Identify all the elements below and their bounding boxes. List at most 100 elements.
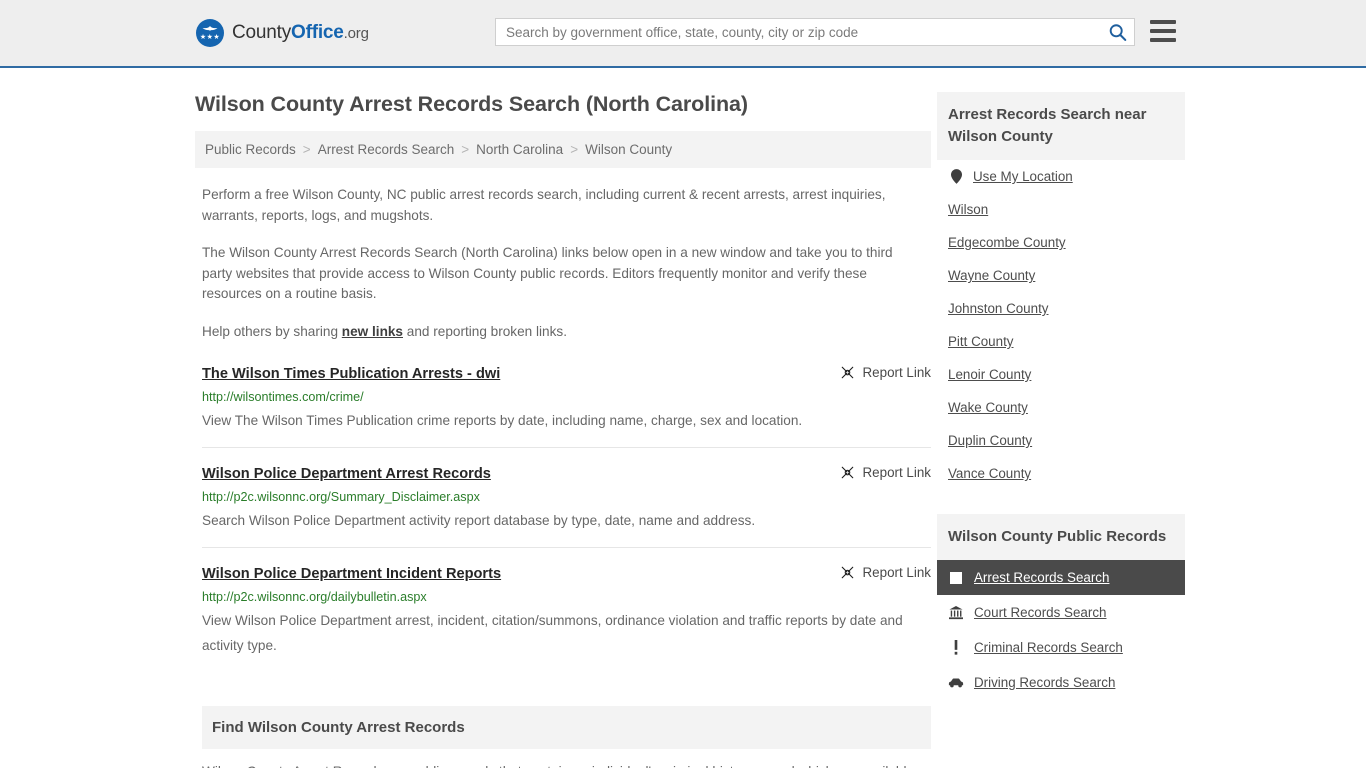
sidebar-item-label: Wilson [948, 202, 989, 217]
sidebar-item-label: Vance County [948, 466, 1032, 481]
sidebar-item-court-records-search[interactable]: Court Records Search [937, 595, 1185, 630]
logo-text: CountyOffice.org [232, 22, 369, 44]
sidebar-public-records-list: Arrest Records Search Court Records Sear… [937, 560, 1185, 700]
result-description: View Wilson Police Department arrest, in… [202, 613, 903, 653]
sidebar-item-criminal-records-search[interactable]: Criminal Records Search [937, 630, 1185, 665]
white-square-glyph [950, 571, 962, 584]
logo-text-county: County [232, 22, 292, 43]
hamburger-menu-icon[interactable] [1150, 20, 1176, 42]
result-description: View The Wilson Times Publication crime … [202, 413, 803, 428]
broken-link-icon [841, 366, 853, 379]
sidebar-item-wake-county[interactable]: Wake County [937, 391, 1185, 424]
use-my-location-button[interactable]: Use My Location [937, 160, 1185, 193]
stars-glyph: ★★★ [199, 34, 221, 41]
search-bar[interactable] [495, 18, 1135, 46]
breadcrumb-item-north-carolina[interactable]: North Carolina [476, 142, 563, 157]
result-url: http://p2c.wilsonnc.org/Summary_Disclaim… [202, 490, 480, 504]
intro-paragraph-3: Help others by sharing new links and rep… [202, 322, 920, 343]
map-pin-icon [948, 169, 964, 184]
exclamation-icon [948, 640, 964, 655]
find-records-section: Find Wilson County Arrest Records Wilson… [202, 706, 931, 768]
broken-link-icon [841, 566, 853, 579]
intro-paragraph-1: Perform a free Wilson County, NC public … [202, 187, 886, 223]
sidebar-item-label: Court Records Search [974, 605, 1107, 620]
logo-text-office: Office [291, 22, 344, 43]
main-content: Wilson County Arrest Records Search (Nor… [195, 68, 931, 768]
sidebar-item-label: Criminal Records Search [974, 640, 1123, 655]
sidebar-item-label: Duplin County [948, 433, 1033, 448]
results-list: The Wilson Times Publication Arrests - d… [202, 364, 931, 672]
sidebar-item-label: Wayne County [948, 268, 1036, 283]
report-link-label: Report Link [862, 465, 931, 480]
report-link-label: Report Link [862, 365, 931, 380]
sidebar-item-label: Pitt County [948, 334, 1014, 349]
report-link-button[interactable]: Report Link [840, 564, 931, 580]
breadcrumb-separator: > [461, 142, 470, 157]
result-item: The Wilson Times Publication Arrests - d… [202, 364, 931, 448]
result-title-link[interactable]: Wilson Police Department Arrest Records [202, 464, 491, 484]
broken-link-icon [841, 466, 853, 479]
find-records-heading: Find Wilson County Arrest Records [202, 706, 931, 749]
sidebar-item-label: Johnston County [948, 301, 1049, 316]
result-description: Search Wilson Police Department activity… [202, 513, 756, 528]
car-icon [948, 678, 964, 688]
eagle-glyph [202, 26, 218, 31]
result-item: Wilson Police Department Arrest Records … [202, 464, 931, 548]
report-link-button[interactable]: Report Link [840, 464, 931, 480]
sidebar-item-pitt-county[interactable]: Pitt County [937, 325, 1185, 358]
site-header: ★★★ CountyOffice.org [0, 0, 1366, 68]
search-input[interactable] [496, 19, 1100, 45]
sidebar-item-label: Lenoir County [948, 367, 1032, 382]
breadcrumb-item-wilson-county[interactable]: Wilson County [585, 142, 672, 157]
sidebar: Arrest Records Search near Wilson County… [937, 68, 1185, 700]
sidebar-item-driving-records-search[interactable]: Driving Records Search [937, 665, 1185, 700]
sidebar-item-wayne-county[interactable]: Wayne County [937, 259, 1185, 292]
page-title: Wilson County Arrest Records Search (Nor… [195, 92, 748, 116]
use-my-location-label: Use My Location [973, 169, 1073, 184]
map-pin-glyph [950, 169, 962, 184]
sidebar-item-label: Edgecombe County [948, 235, 1066, 250]
site-logo[interactable]: ★★★ CountyOffice.org [196, 19, 369, 47]
sidebar-item-label: Driving Records Search [974, 675, 1116, 690]
sidebar-public-records-heading: Wilson County Public Records [937, 514, 1185, 560]
sidebar-item-duplin-county[interactable]: Duplin County [937, 424, 1185, 457]
breadcrumb-separator: > [302, 142, 311, 157]
sidebar-near-heading: Arrest Records Search near Wilson County [937, 92, 1185, 160]
sidebar-item-label: Wake County [948, 400, 1028, 415]
sidebar-item-johnston-county[interactable]: Johnston County [937, 292, 1185, 325]
sidebar-item-vance-county[interactable]: Vance County [937, 457, 1185, 490]
courthouse-glyph [949, 605, 963, 619]
sidebar-item-arrest-records-search[interactable]: Arrest Records Search [937, 560, 1185, 595]
logo-text-org: .org [343, 25, 369, 42]
sidebar-item-lenoir-county[interactable]: Lenoir County [937, 358, 1185, 391]
find-records-body: Wilson County Arrest Records are public … [202, 762, 920, 768]
result-title-link[interactable]: The Wilson Times Publication Arrests - d… [202, 364, 500, 384]
sidebar-item-edgecombe-county[interactable]: Edgecombe County [937, 226, 1185, 259]
intro-paragraph-2: The Wilson County Arrest Records Search … [202, 245, 893, 301]
search-button[interactable] [1100, 19, 1134, 45]
hamburger-bar [1150, 29, 1176, 33]
intro-p3-before: Help others by sharing [202, 323, 342, 339]
eagle-shield-icon: ★★★ [196, 19, 224, 47]
courthouse-icon [948, 605, 964, 620]
breadcrumb-item-public-records[interactable]: Public Records [205, 142, 296, 157]
breadcrumb: Public Records > Arrest Records Search >… [195, 131, 931, 168]
breadcrumb-separator: > [570, 142, 579, 157]
car-glyph [948, 678, 964, 687]
breadcrumb-item-arrest-records-search[interactable]: Arrest Records Search [318, 142, 455, 157]
sidebar-item-wilson[interactable]: Wilson [937, 193, 1185, 226]
hamburger-bar [1150, 38, 1176, 42]
result-title-link[interactable]: Wilson Police Department Incident Report… [202, 564, 501, 584]
report-link-button[interactable]: Report Link [840, 364, 931, 380]
page-body: Wilson County Arrest Records Search (Nor… [0, 68, 1366, 768]
sidebar-item-label: Arrest Records Search [974, 570, 1110, 585]
exclamation-glyph [954, 640, 958, 655]
report-link-label: Report Link [862, 565, 931, 580]
sidebar-near-list: Use My Location Wilson Edgecombe County … [937, 160, 1185, 490]
new-links-link[interactable]: new links [342, 324, 403, 339]
intro-p3-after: and reporting broken links. [403, 323, 567, 339]
result-item: Wilson Police Department Incident Report… [202, 564, 931, 672]
result-url: http://wilsontimes.com/crime/ [202, 390, 364, 404]
white-square-icon [948, 571, 964, 584]
search-icon [1109, 23, 1126, 41]
